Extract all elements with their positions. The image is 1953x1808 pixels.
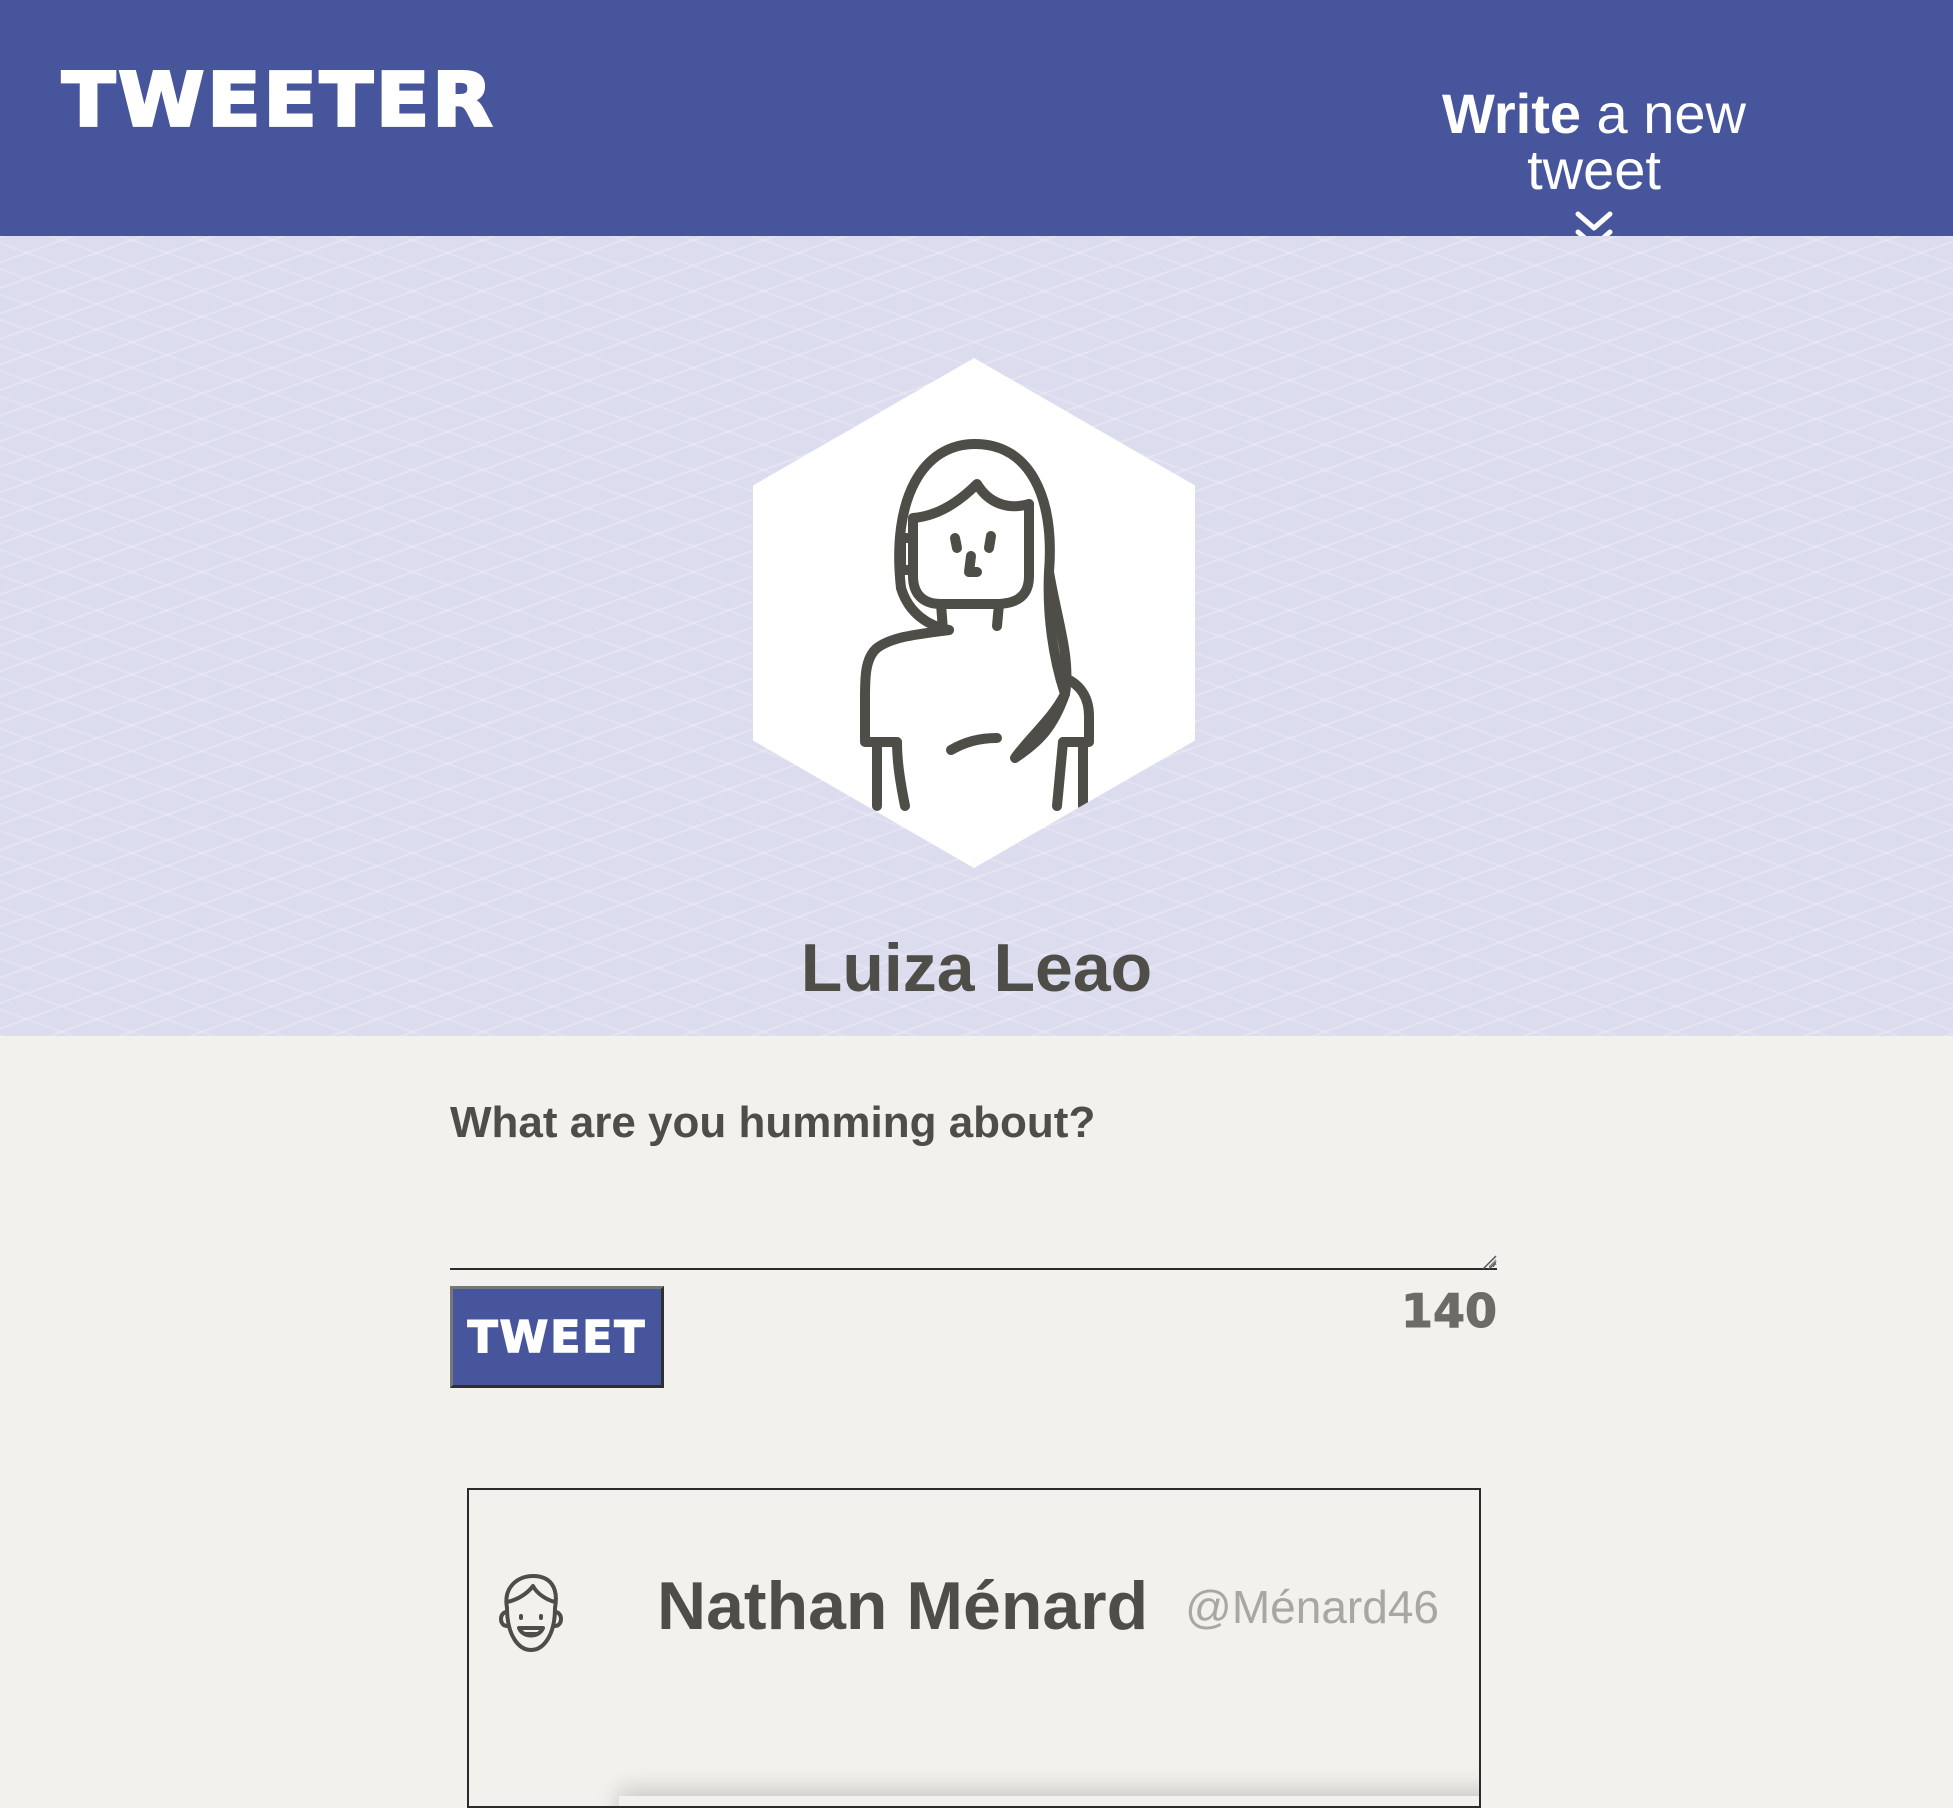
tweet-author-name: Nathan Ménard	[657, 1568, 1149, 1644]
profile-banner: Luiza Leao	[0, 236, 1953, 1036]
char-counter: 140	[1400, 1284, 1497, 1339]
tweet-button[interactable]: TWEET	[450, 1286, 664, 1388]
write-link-strong: Write	[1442, 82, 1581, 145]
man-avatar-icon	[499, 1574, 563, 1652]
tweet-author-handle: @Ménard46	[1185, 1581, 1439, 1633]
tweet-card: Nathan Ménard @Ménard46	[467, 1488, 1481, 1808]
compose-label: What are you humming about?	[450, 1098, 1096, 1147]
woman-avatar-icon	[860, 439, 1094, 811]
top-nav: TWEETER Write a new tweet	[0, 0, 1953, 249]
profile-avatar	[753, 358, 1195, 868]
write-new-tweet-link[interactable]: Write a new tweet	[1374, 86, 1814, 254]
site-logo[interactable]: TWEETER	[60, 57, 495, 145]
profile-name: Luiza Leao	[800, 930, 1153, 1006]
tweet-textarea[interactable]	[450, 1160, 1497, 1270]
resize-grip-icon[interactable]	[1481, 1254, 1497, 1270]
card-shadow	[619, 1796, 1479, 1806]
